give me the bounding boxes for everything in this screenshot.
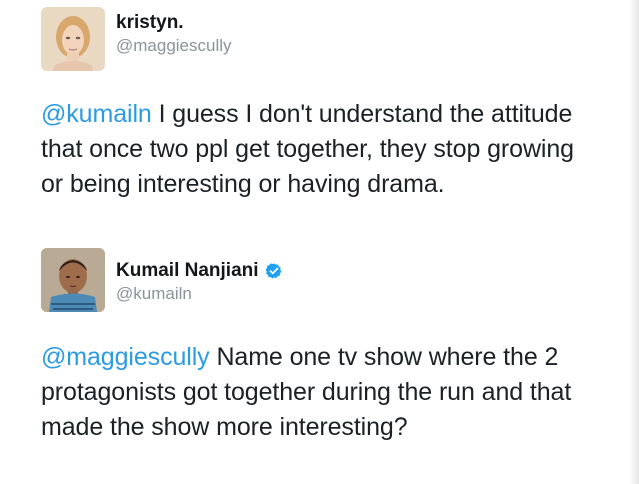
user-handle[interactable]: @kumailn: [116, 283, 283, 305]
tweet: Kumail Nanjiani @kumailn @maggiescully N…: [0, 246, 625, 441]
mention-link[interactable]: @maggiescully: [41, 343, 210, 371]
mention-link[interactable]: @kumailn: [41, 100, 152, 128]
tweet-header: Kumail Nanjiani @kumailn: [0, 246, 625, 322]
display-name-text[interactable]: Kumail Nanjiani: [116, 259, 259, 283]
display-name-text[interactable]: kristyn.: [116, 11, 184, 35]
display-name[interactable]: kristyn.: [116, 11, 184, 35]
user-name-block: Kumail Nanjiani @kumailn: [116, 259, 283, 305]
portrait-avatar-icon: [41, 7, 105, 71]
user-name-block: kristyn. @maggiescully: [116, 11, 232, 57]
avatar[interactable]: [41, 248, 105, 312]
portrait-avatar-icon: [41, 248, 105, 312]
avatar[interactable]: [41, 7, 105, 71]
tweet: kristyn. @maggiescully @kumailn I guess …: [0, 0, 625, 198]
right-edge-shadow: [629, 0, 639, 484]
user-handle[interactable]: @maggiescully: [116, 35, 232, 57]
display-name[interactable]: Kumail Nanjiani: [116, 259, 283, 283]
tweet-thread-screenshot: kristyn. @maggiescully @kumailn I guess …: [0, 0, 639, 484]
tweet-text: @maggiescully Name one tv show where the…: [41, 340, 601, 445]
tweet-text: @kumailn I guess I don't understand the …: [41, 97, 601, 202]
verified-check-icon: [265, 263, 281, 279]
tweet-header: kristyn. @maggiescully: [0, 0, 625, 76]
